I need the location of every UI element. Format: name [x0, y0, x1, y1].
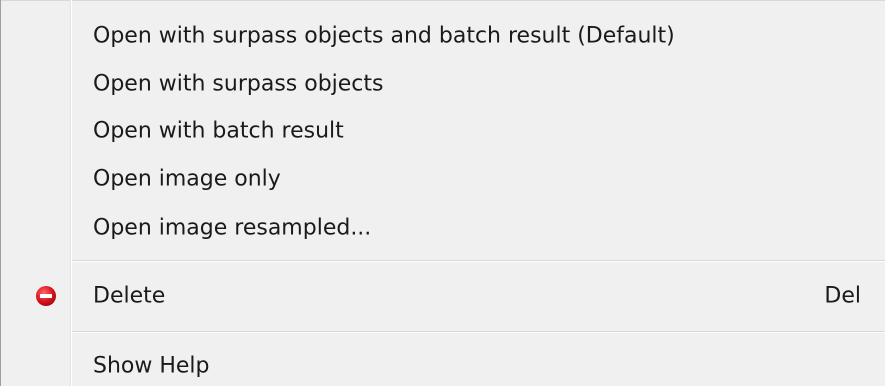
menu-top-border	[0, 0, 885, 1]
menu-item-label: Open with batch result	[93, 118, 344, 144]
menu-item-show-help[interactable]: Show Help	[1, 344, 885, 386]
menu-item-label: Delete	[93, 283, 166, 309]
menu-item-label: Open with surpass objects	[93, 71, 384, 97]
context-menu: Open with surpass objects and batch resu…	[0, 0, 885, 386]
menu-item-open-batch-result[interactable]: Open with batch result	[1, 109, 885, 153]
menu-item-open-surpass-and-batch[interactable]: Open with surpass objects and batch resu…	[1, 14, 885, 58]
menu-separator	[72, 260, 885, 262]
menu-item-label: Open with surpass objects and batch resu…	[93, 23, 675, 49]
menu-item-open-image-only[interactable]: Open image only	[1, 157, 885, 201]
menu-item-label: Open image only	[93, 166, 281, 192]
menu-item-label: Open image resampled...	[93, 215, 372, 241]
delete-icon	[35, 285, 57, 307]
menu-separator	[72, 331, 885, 333]
shortcut-label: Del	[824, 283, 861, 309]
menu-item-open-image-resampled[interactable]: Open image resampled...	[1, 206, 885, 250]
menu-item-delete[interactable]: Delete Del	[1, 274, 885, 318]
menu-item-open-surpass[interactable]: Open with surpass objects	[1, 62, 885, 106]
menu-item-label: Show Help	[93, 353, 210, 379]
